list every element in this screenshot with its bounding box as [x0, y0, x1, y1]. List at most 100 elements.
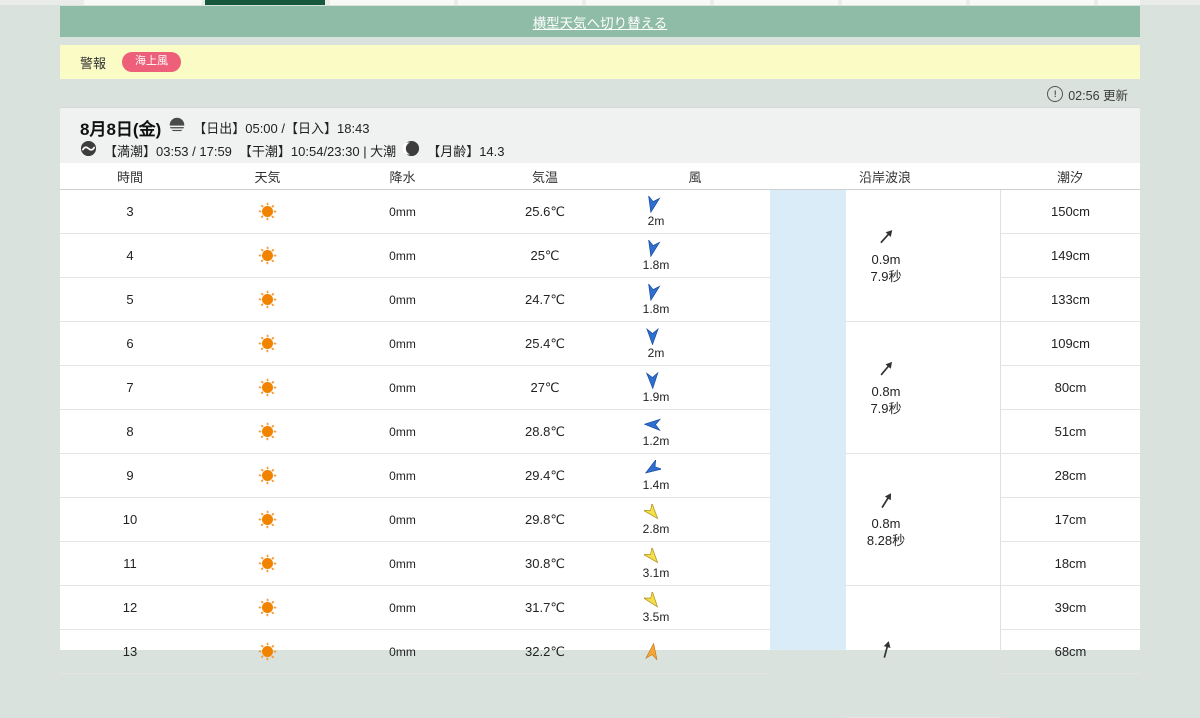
tide-cell: 68cm	[1000, 630, 1140, 674]
column-header: 時間	[116, 169, 143, 185]
temp-cell: 32.2℃	[525, 643, 565, 659]
tide-column: 150cm 149cm 133cm 109cm 80cm 51cm 28cm 17cm 18cm…	[1000, 190, 1140, 674]
temp-cell: 30.8℃	[525, 555, 565, 571]
sunny-weather-icon	[200, 554, 335, 573]
sea-wind-warning-badge[interactable]: 海上風	[122, 52, 182, 72]
tab-item-active[interactable]	[205, 0, 325, 5]
wave-period: 7.9秒	[870, 268, 902, 284]
layout-switch-banner: 横型天気へ切り替える	[60, 6, 1140, 37]
update-info-icon: !	[1047, 86, 1064, 102]
wind-direction-icon	[644, 238, 661, 260]
wind-direction-icon	[641, 545, 661, 568]
tab-item[interactable]	[330, 0, 454, 5]
tide-wave-icon	[80, 140, 97, 160]
wind-cell: 1.8m	[620, 282, 770, 316]
tab-item[interactable]	[84, 0, 202, 5]
warning-label: 警報	[80, 55, 107, 71]
moon-age-label: 【月齢】14.3	[427, 143, 505, 159]
tide-cell: 51cm	[1000, 410, 1140, 454]
wind-cell: 2.8m	[620, 501, 770, 536]
table-row: 13 0mm 32.2℃	[60, 630, 770, 674]
time-cell: 10	[122, 512, 138, 527]
tab-item[interactable]	[1098, 0, 1140, 5]
table-header-row: 時間 天気 降水 気温 風 沿岸波浪 潮汐	[60, 163, 1140, 190]
sunny-weather-icon	[200, 290, 335, 309]
sunny-weather-icon	[200, 642, 335, 661]
wind-speed: 2m	[647, 213, 665, 228]
tide-cell: 18cm	[1000, 542, 1140, 586]
table-row: 8 0mm 28.8℃ 1.2m	[60, 410, 770, 454]
warning-band: 警報 海上風	[60, 45, 1140, 79]
wind-speed: 2m	[647, 345, 665, 360]
precip-cell: 0mm	[389, 336, 416, 351]
wave-height: 0.8m	[871, 516, 901, 532]
wind-speed: 3.5m	[642, 609, 670, 624]
precip-cell: 0mm	[389, 248, 416, 263]
table-row: 6 0mm 25.4℃ 2m	[60, 322, 770, 366]
sunny-weather-icon	[200, 422, 335, 441]
wind-direction-icon	[644, 194, 661, 216]
time-cell: 9	[126, 468, 134, 483]
sunny-weather-icon	[200, 598, 335, 617]
wave-band	[770, 190, 846, 650]
table-row: 11 0mm 30.8℃ 3.1m	[60, 542, 770, 586]
column-header: 潮汐	[1056, 169, 1083, 185]
wind-direction-icon	[644, 642, 661, 663]
tide-cell: 39cm	[1000, 586, 1140, 630]
tide-cell: 149cm	[1000, 234, 1140, 278]
time-cell: 6	[126, 336, 134, 351]
wave-group-cell: 0.9m 7.9秒	[846, 190, 1000, 322]
wind-speed: 3.1m	[642, 565, 670, 580]
switch-to-horizontal-link[interactable]: 横型天気へ切り替える	[533, 12, 668, 32]
tab-item[interactable]	[458, 0, 582, 5]
sunny-weather-icon	[200, 510, 335, 529]
wave-group-cell	[846, 586, 1000, 718]
wind-speed: 1.2m	[642, 433, 670, 448]
table-row: 10 0mm 29.8℃ 2.8m	[60, 498, 770, 542]
precip-cell: 0mm	[389, 600, 416, 615]
precip-cell: 0mm	[389, 380, 416, 395]
wind-direction-icon	[641, 589, 661, 612]
precip-cell: 0mm	[389, 292, 416, 307]
sunny-weather-icon	[200, 202, 335, 221]
date-header: 8月8日(金) 【日出】05:00 /【日入】18:43 【満潮】03:53 /…	[60, 107, 1140, 163]
date-line-1: 8月8日(金) 【日出】05:00 /【日入】18:43	[80, 115, 1140, 139]
time-cell: 8	[126, 424, 134, 439]
table-row: 9 0mm 29.4℃ 1.4m	[60, 454, 770, 498]
table-row: 7 0mm 27℃ 1.9m	[60, 366, 770, 410]
tab-item[interactable]	[970, 0, 1094, 5]
wind-cell	[620, 642, 770, 663]
time-cell: 3	[126, 204, 134, 219]
wave-period: 8.28秒	[866, 532, 906, 548]
column-header: 天気	[254, 169, 281, 185]
wave-height: 0.9m	[871, 252, 901, 268]
precip-cell: 0mm	[389, 468, 416, 483]
table-body: 3 0mm 25.6℃ 2m 4 0mm 25℃ 1.8m 5 0mm 24.7℃ 1.8m 6 0mm 2…	[60, 190, 1140, 718]
wind-cell: 1.4m	[620, 458, 770, 492]
update-time-label: 02:56 更新	[1068, 88, 1128, 103]
date-line-2: 【満潮】03:53 / 17:59 【干潮】10:54/23:30 | 大潮 【…	[80, 139, 1140, 161]
tab-item[interactable]	[842, 0, 966, 5]
wave-direction-icon	[876, 226, 897, 252]
wave-period: 7.9秒	[870, 400, 902, 416]
wind-cell: 3.1m	[620, 545, 770, 580]
tab-strip	[0, 0, 1200, 5]
time-cell: 11	[123, 556, 137, 571]
tide-cell: 109cm	[1000, 322, 1140, 366]
tab-item[interactable]	[714, 0, 838, 5]
wind-direction-icon	[644, 327, 661, 348]
precip-cell: 0mm	[389, 424, 416, 439]
temp-cell: 28.8℃	[525, 423, 565, 439]
wind-speed: 2.8m	[642, 521, 670, 536]
wind-speed: 1.9m	[642, 389, 670, 404]
tide-cell: 17cm	[1000, 498, 1140, 542]
update-time-row: ! 02:56 更新	[60, 84, 1128, 104]
hourly-rows: 3 0mm 25.6℃ 2m 4 0mm 25℃ 1.8m 5 0mm 24.7℃ 1.8m 6 0mm 2…	[60, 190, 770, 674]
time-cell: 4	[126, 248, 134, 263]
table-row: 5 0mm 24.7℃ 1.8m	[60, 278, 770, 322]
wind-cell: 1.9m	[620, 371, 770, 404]
tab-item[interactable]	[586, 0, 710, 5]
temp-cell: 29.8℃	[525, 511, 565, 527]
high-tide-times: 【満潮】03:53 / 17:59	[104, 143, 232, 159]
column-header: 風	[688, 169, 702, 185]
